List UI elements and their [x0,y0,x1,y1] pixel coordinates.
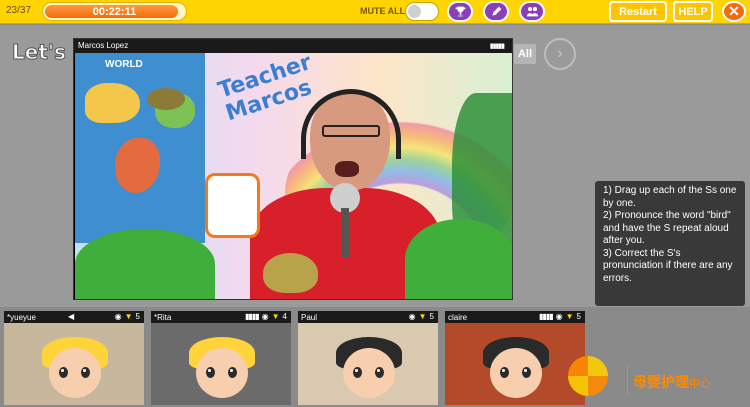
timer-text: 00:22:11 [92,6,137,18]
microphone-handle [341,208,349,258]
instruction-line: 3) Correct the S's pronunciation if ther… [603,247,733,284]
frog-prop [263,253,318,293]
trophy-icon: ▼ [565,312,574,321]
watermark-main: 母婴护理 [633,374,689,390]
teacher-name: Marcos Lopez [78,41,129,50]
avatar [49,348,101,398]
student-camera [445,323,585,405]
avatar-eye [522,367,531,378]
top-toolbar: 23/37 00:22:11 MUTE ALL Restart HELP ✕ [0,0,750,24]
watermark-sub: 中心 [689,378,711,390]
student-name: *yueyue [7,313,36,322]
avatar-eye [228,367,237,378]
trophy-count: 5 [576,312,581,321]
avatar-eye [353,367,362,378]
teacher-video-window[interactable]: Marcos Lopez ▮▮▮▮▮ WORLD Teacher Marcos [73,38,513,300]
map-continent [85,83,140,123]
group-button[interactable] [519,1,545,22]
watermark-divider [627,366,628,394]
mute-all-label: MUTE ALL [360,6,406,16]
camera-icon: ◉ [114,312,122,321]
video-header: Marcos Lopez ▮▮▮▮▮ [74,39,512,53]
student-camera [298,323,438,405]
avatar [343,348,395,398]
student-status: ◉ ▼ 5 [409,312,434,321]
world-map-poster: WORLD [75,53,205,243]
trophy-icon [455,6,465,17]
map-label: WORLD [105,59,143,70]
toy-robot-prop [205,173,260,238]
pencil-icon [491,6,501,16]
headset [301,89,401,159]
student-name: claire [448,313,468,322]
camera-icon: ◉ [555,312,563,321]
class-timer: 00:22:11 [42,2,187,21]
help-button[interactable]: HELP [673,1,713,22]
bird-prop [147,88,185,110]
restart-button[interactable]: Restart [609,1,667,22]
student-tile-paul[interactable]: Paul ◉ ▼ 5 [298,311,438,405]
student-name: *Rita [154,313,172,322]
pencil-button[interactable] [483,1,509,22]
trophy-count: 4 [282,312,287,321]
student-status: ◉ ▼ 5 [115,312,140,321]
trophy-count: 5 [135,312,140,321]
signal-strength-icon: ▮▮▮▮ [539,312,554,321]
glasses [322,125,380,137]
student-bar: *Rita ▮▮▮▮ ◉ ▼ 4 [151,311,291,323]
all-tab[interactable]: All [514,44,536,64]
foliage [75,229,215,299]
close-button[interactable]: ✕ [722,1,746,22]
mute-all-toggle[interactable] [405,2,439,21]
student-tile-yueyue[interactable]: *yueyue ◀ ◉ ▼ 5 [4,311,144,405]
camera-icon: ◉ [261,312,269,321]
watermark-text: 母婴护理中心 [633,372,711,392]
student-status: ▮▮▮▮ ◉ ▼ 5 [539,312,581,321]
camera-icon: ◉ [408,312,416,321]
student-status: ▮▮▮▮ ◉ ▼ 4 [245,312,287,321]
page-counter: 23/37 [6,5,32,16]
student-camera [151,323,291,405]
teacher-instructions-panel: 1) Drag up each of the Ss one by one. 2)… [595,181,745,306]
trophy-button[interactable] [447,1,473,22]
teacher-video-feed: WORLD Teacher Marcos [75,53,512,299]
student-bar: Paul ◉ ▼ 5 [298,311,438,323]
teacher-mouth [335,161,359,177]
next-slide-button[interactable]: › [544,38,576,70]
avatar [490,348,542,398]
map-continent [115,138,160,193]
student-bar: *yueyue ◀ ◉ ▼ 5 [4,311,144,323]
avatar-eye [206,367,215,378]
avatar-eye [81,367,90,378]
foliage [405,219,512,299]
trophy-icon: ▼ [124,312,133,321]
trophy-count: 5 [429,312,434,321]
signal-strength-icon: ▮▮▮▮ [245,312,260,321]
student-bar: claire ▮▮▮▮ ◉ ▼ 5 [445,311,585,323]
trophy-icon: ▼ [418,312,427,321]
student-tile-rita[interactable]: *Rita ▮▮▮▮ ◉ ▼ 4 [151,311,291,405]
avatar-eye [375,367,384,378]
trophy-icon: ▼ [271,312,280,321]
instruction-line: 2) Pronounce the word "bird" and have th… [603,210,731,246]
student-name: Paul [301,313,318,322]
group-icon [526,7,538,17]
signal-strength-icon: ▮▮▮▮▮ [489,43,505,50]
avatar [196,348,248,398]
avatar-eye [500,367,509,378]
avatar-eye [59,367,68,378]
toggle-knob [408,5,421,18]
student-tile-claire[interactable]: claire ▮▮▮▮ ◉ ▼ 5 [445,311,585,405]
student-camera [4,323,144,405]
speaker-icon: ◀ [68,312,75,321]
slide-title: Let's [12,40,67,65]
instruction-line: 1) Drag up each of the Ss one by one. [603,185,737,209]
watermark-logo [568,356,608,396]
